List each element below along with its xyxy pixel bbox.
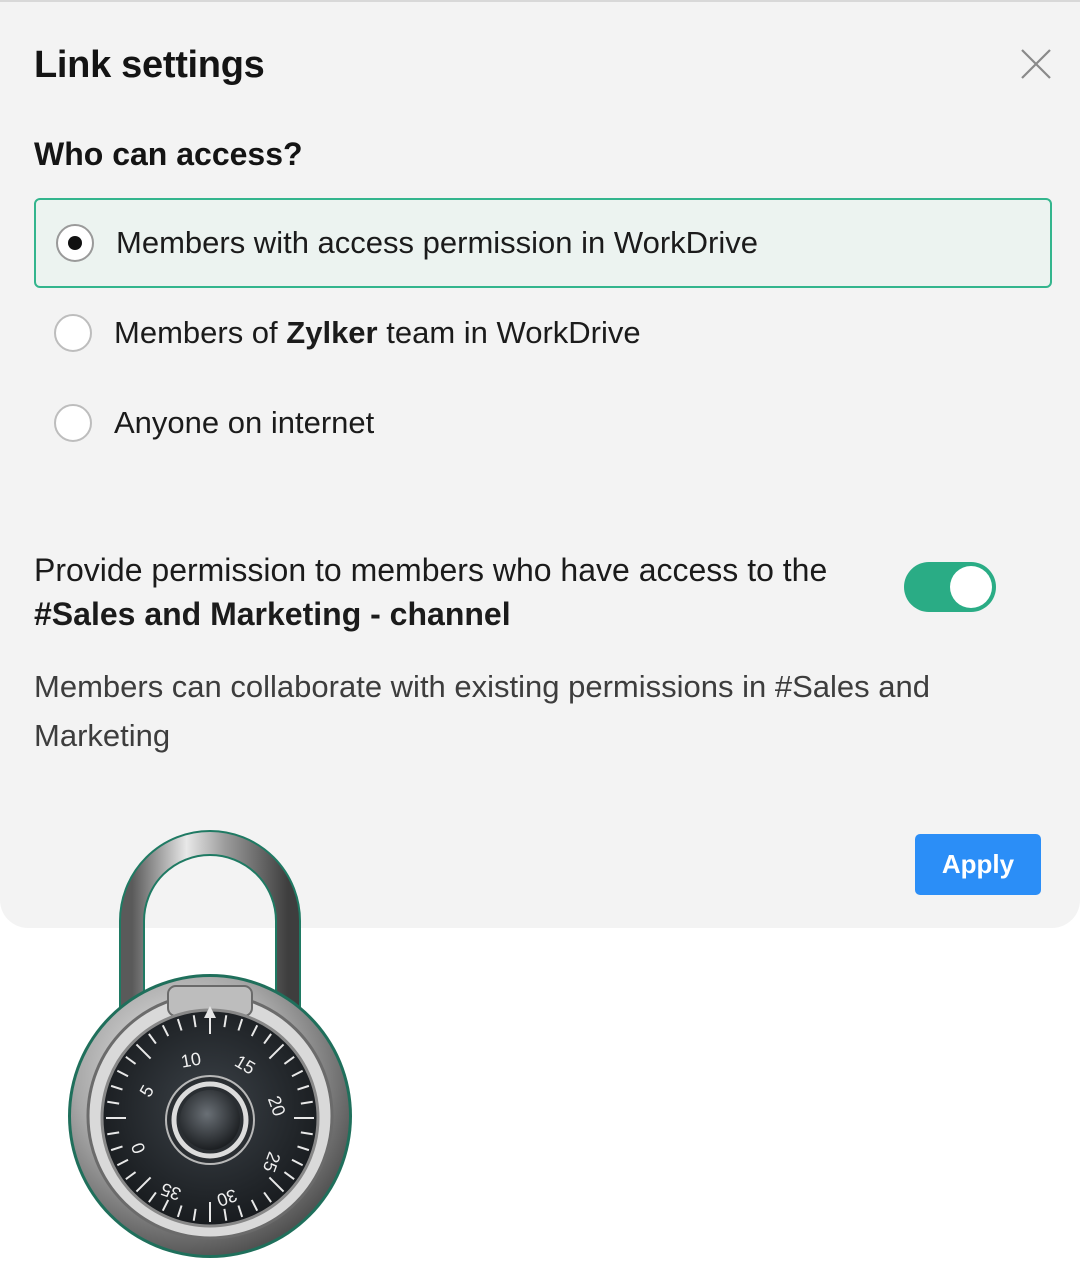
padlock-icon: 10 15 20 25 30 35 0 5 — [68, 830, 352, 1258]
close-icon[interactable] — [1018, 46, 1054, 82]
radio-button[interactable] — [54, 314, 92, 352]
permission-note: Members can collaborate with existing pe… — [34, 669, 930, 753]
radio-button[interactable] — [54, 404, 92, 442]
link-settings-dialog: Link settings Who can access? Members wi… — [0, 0, 1080, 928]
permission-description: Provide permission to members who have a… — [34, 552, 828, 588]
dialog-title: Link settings — [34, 44, 265, 86]
access-option-label: Anyone on internet — [114, 405, 375, 440]
channel-permission-text: Provide permission to members who have a… — [34, 548, 884, 636]
dial-number-10: 10 — [179, 1049, 202, 1072]
access-heading: Who can access? — [34, 136, 303, 172]
label-suffix: team in WorkDrive — [377, 315, 641, 350]
access-option-label: Members of Zylker team in WorkDrive — [114, 315, 641, 351]
channel-permission-toggle[interactable] — [904, 562, 996, 612]
radio-button-selected[interactable] — [56, 224, 94, 262]
toggle-knob — [950, 566, 992, 608]
apply-button[interactable]: Apply — [915, 834, 1041, 895]
access-option-anyone[interactable]: Anyone on internet — [34, 378, 1052, 468]
channel-name: #Sales and Marketing - channel — [34, 596, 511, 632]
radio-dot — [68, 236, 82, 250]
access-option-label: Members with access permission in WorkDr… — [116, 225, 758, 260]
access-option-workdrive-members[interactable]: Members with access permission in WorkDr… — [34, 198, 1052, 288]
access-option-team-members[interactable]: Members of Zylker team in WorkDrive — [34, 288, 1052, 378]
team-name: Zylker — [286, 315, 378, 350]
label-prefix: Members of — [114, 315, 287, 350]
